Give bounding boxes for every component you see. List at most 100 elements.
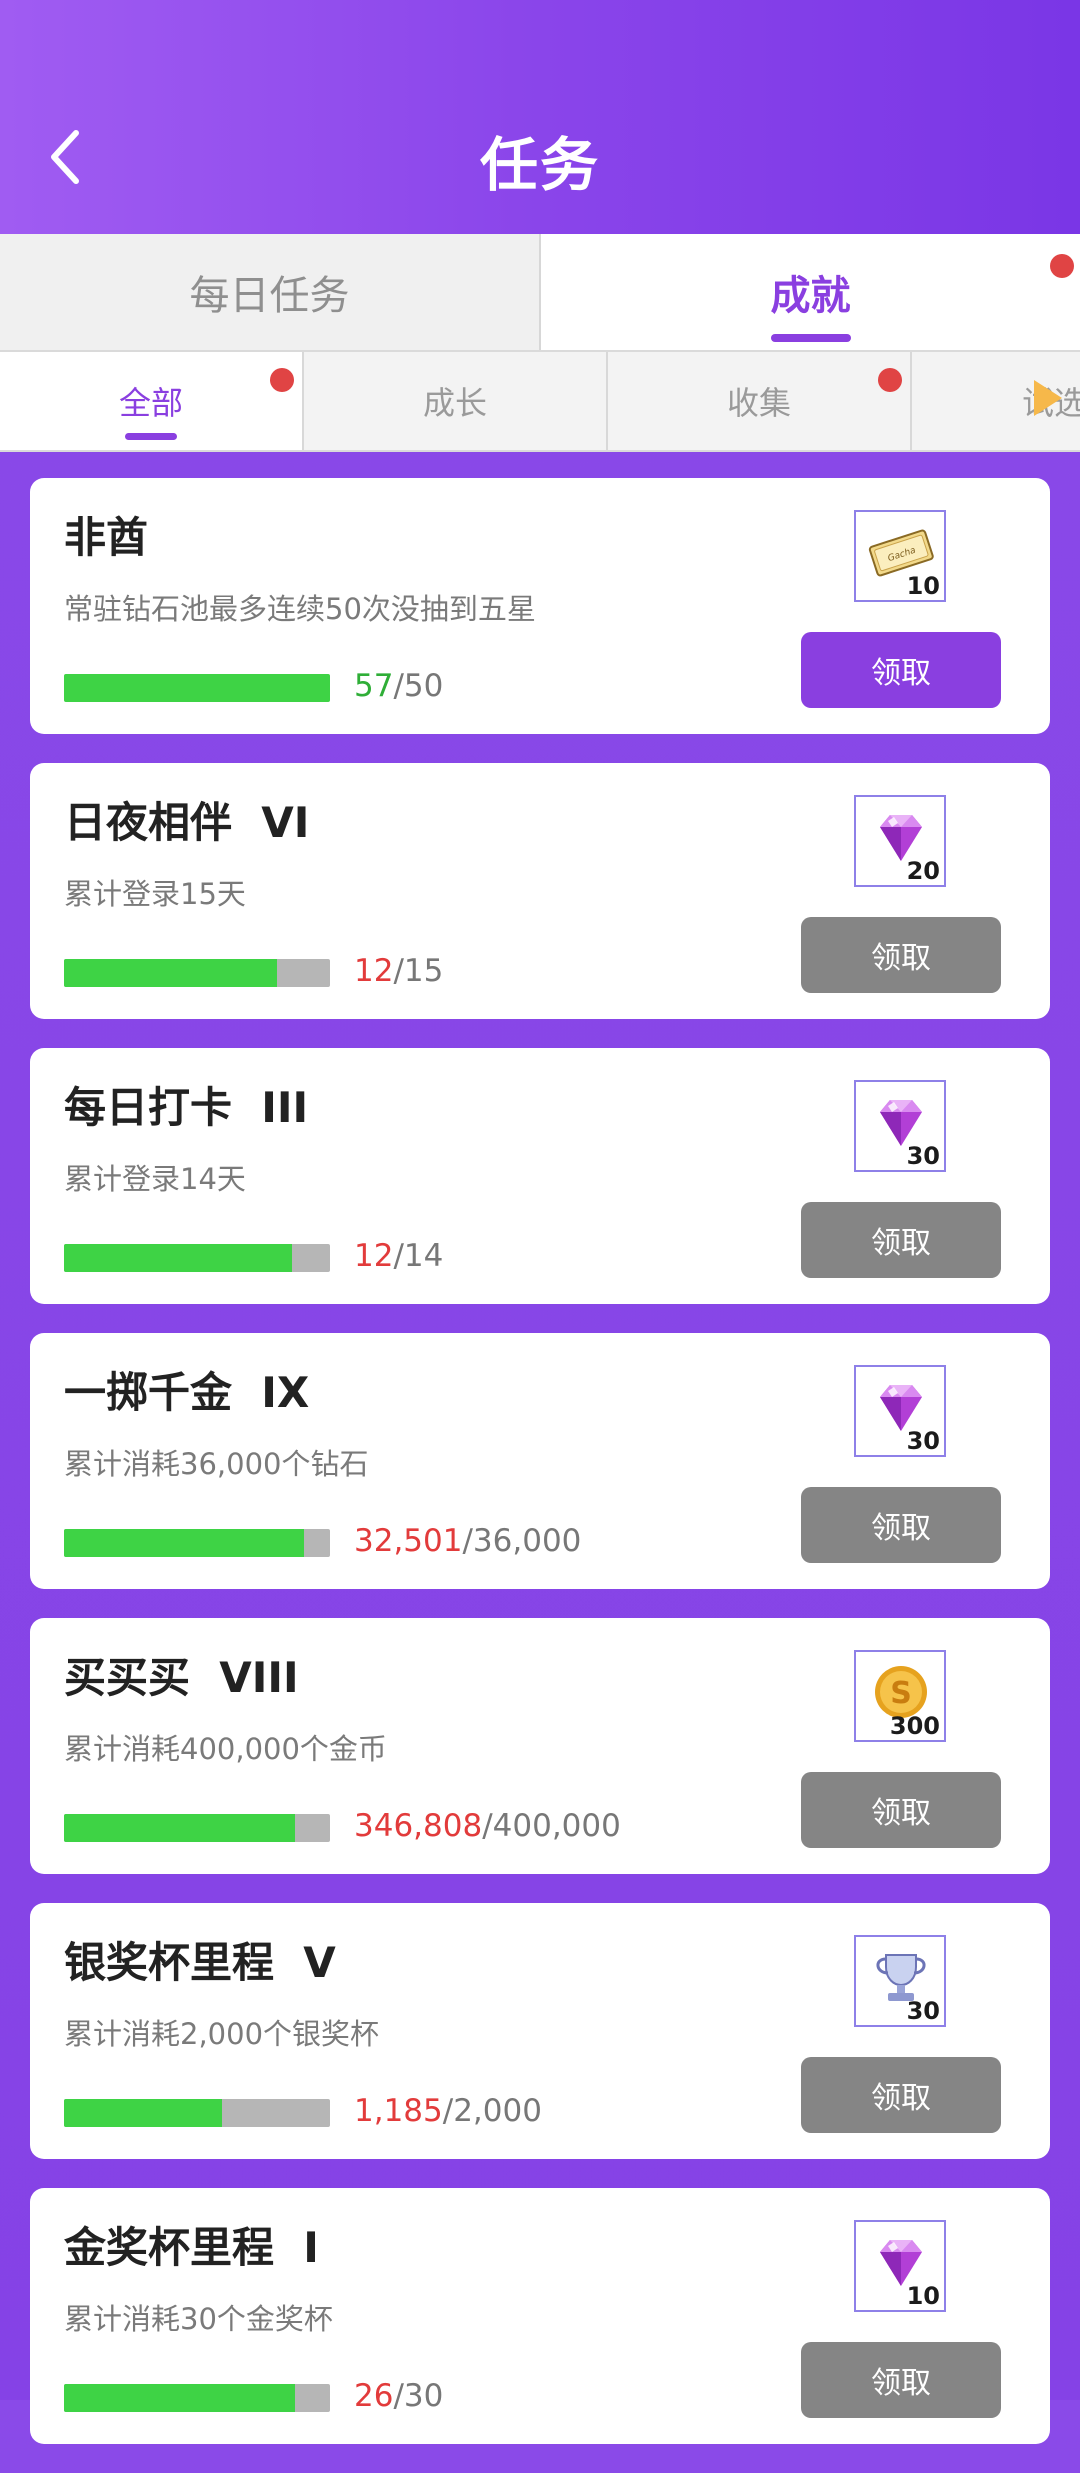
- achievement-card: 金奖杯里程 I 累计消耗30个金奖杯 26/30 10 领取: [30, 2188, 1050, 2444]
- achievement-title: 每日打卡 III: [64, 1083, 309, 1132]
- achievement-description: 累计登录14天: [64, 1162, 246, 1196]
- notification-dot: [270, 368, 294, 392]
- reward-count: 30: [906, 1997, 940, 2025]
- progress-text: 57/50: [354, 668, 443, 704]
- active-subtab-indicator: [125, 433, 177, 440]
- progress-fill: [64, 1529, 305, 1557]
- achievement-title: 日夜相伴 VI: [64, 798, 310, 847]
- reward-item[interactable]: S 300: [854, 1650, 946, 1742]
- page-title: 任务: [479, 131, 600, 199]
- progress-text: 12/15: [354, 953, 443, 989]
- claim-label: 领取: [871, 2081, 931, 2116]
- progress-total: /30: [393, 2378, 444, 2414]
- tab-label: 每日任务: [189, 273, 350, 319]
- progress-bar: [64, 2384, 330, 2412]
- subtab-label: 全部: [118, 384, 183, 422]
- category-tabs: 全部 成长 收集 试选: [0, 350, 1080, 452]
- progress-bar: [64, 674, 330, 702]
- progress-current: 12: [354, 1238, 394, 1274]
- reward-item[interactable]: 30: [854, 1365, 946, 1457]
- reward-count: 20: [906, 857, 940, 885]
- achievement-description: 累计消耗30个金奖杯: [64, 2302, 333, 2336]
- achievement-card: 日夜相伴 VI 累计登录15天 12/15 20 领取: [30, 763, 1050, 1019]
- progress-fill: [64, 1244, 292, 1272]
- reward-item[interactable]: 10: [854, 2220, 946, 2312]
- progress-text: 32,501/36,000: [354, 1523, 581, 1559]
- progress-bar: [64, 1529, 330, 1557]
- progress-text: 346,808/400,000: [354, 1808, 621, 1844]
- claim-button[interactable]: 领取: [801, 917, 1001, 993]
- progress-text: 12/14: [354, 1238, 443, 1274]
- claim-label: 领取: [871, 2366, 931, 2401]
- subtab-label: 收集: [726, 384, 791, 422]
- tabs-scroll-right-arrow[interactable]: [1034, 380, 1062, 416]
- claim-label: 领取: [871, 1511, 931, 1546]
- progress-bar: [64, 2099, 330, 2127]
- reward-count: 10: [906, 2282, 940, 2310]
- reward-item[interactable]: 30: [854, 1935, 946, 2027]
- progress-current: 1,185: [354, 2093, 443, 2129]
- main-tabs: 每日任务 成就: [0, 234, 1080, 350]
- claim-label: 领取: [871, 1226, 931, 1261]
- progress-fill: [64, 674, 330, 702]
- achievement-description: 累计消耗36,000个钻石: [64, 1447, 369, 1481]
- notification-dot: [1050, 254, 1074, 278]
- achievement-description: 累计消耗400,000个金币: [64, 1732, 387, 1766]
- claim-button[interactable]: 领取: [801, 2057, 1001, 2133]
- progress-fill: [64, 1814, 295, 1842]
- tab-achievements[interactable]: 成就: [541, 234, 1080, 350]
- reward-count: 10: [906, 572, 940, 600]
- progress-total: /36,000: [462, 1523, 582, 1559]
- tab-label: 成就: [770, 273, 851, 319]
- subtab-label: 成长: [422, 384, 487, 422]
- svg-text:S: S: [890, 1676, 912, 1711]
- progress-total: /50: [393, 668, 444, 704]
- active-tab-indicator: [770, 334, 851, 342]
- claim-label: 领取: [871, 1796, 931, 1831]
- progress-fill: [64, 959, 277, 987]
- achievement-title: 金奖杯里程 I: [64, 2223, 319, 2272]
- progress-current: 346,808: [354, 1808, 483, 1844]
- achievement-title: 买买买 VIII: [64, 1653, 299, 1702]
- achievement-title: 一掷千金 IX: [64, 1368, 310, 1417]
- progress-fill: [64, 2384, 295, 2412]
- claim-button[interactable]: 领取: [801, 1772, 1001, 1848]
- subtab-growth[interactable]: 成长: [304, 352, 608, 450]
- reward-item[interactable]: 30: [854, 1080, 946, 1172]
- reward-item[interactable]: Gacha 10: [854, 510, 946, 602]
- subtab-all[interactable]: 全部: [0, 352, 304, 450]
- achievement-description: 累计消耗2,000个银奖杯: [64, 2017, 380, 2051]
- progress-bar: [64, 959, 330, 987]
- progress-total: /400,000: [482, 1808, 621, 1844]
- reward-item[interactable]: 20: [854, 795, 946, 887]
- progress-bar: [64, 1244, 330, 1272]
- claim-label: 领取: [871, 941, 931, 976]
- reward-count: 30: [906, 1142, 940, 1170]
- achievement-card: 一掷千金 IX 累计消耗36,000个钻石 32,501/36,000 30 领取: [30, 1333, 1050, 1589]
- tab-daily-tasks[interactable]: 每日任务: [0, 234, 541, 350]
- progress-text: 1,185/2,000: [354, 2093, 542, 2129]
- reward-count: 30: [906, 1427, 940, 1455]
- achievement-card: 银奖杯里程 V 累计消耗2,000个银奖杯 1,185/2,000 30 领取: [30, 1903, 1050, 2159]
- progress-total: /14: [393, 1238, 444, 1274]
- progress-text: 26/30: [354, 2378, 443, 2414]
- progress-current: 12: [354, 953, 394, 989]
- claim-button[interactable]: 领取: [801, 1487, 1001, 1563]
- progress-current: 32,501: [354, 1523, 463, 1559]
- claim-label: 领取: [871, 656, 931, 691]
- progress-current: 26: [354, 2378, 394, 2414]
- notification-dot: [878, 368, 902, 392]
- header-bar: 任务: [0, 0, 1080, 234]
- reward-count: 300: [889, 1712, 940, 1740]
- claim-button[interactable]: 领取: [801, 1202, 1001, 1278]
- achievement-card: 非酋 常驻钻石池最多连续50次没抽到五星 57/50 Gacha 10 领取: [30, 478, 1050, 734]
- achievement-title: 银奖杯里程 V: [64, 1938, 336, 1987]
- progress-total: /15: [393, 953, 444, 989]
- subtab-collection[interactable]: 收集: [608, 352, 912, 450]
- progress-bar: [64, 1814, 330, 1842]
- claim-button[interactable]: 领取: [801, 632, 1001, 708]
- achievement-title: 非酋: [64, 513, 149, 562]
- achievement-card: 买买买 VIII 累计消耗400,000个金币 346,808/400,000 S 30…: [30, 1618, 1050, 1874]
- claim-button[interactable]: 领取: [801, 2342, 1001, 2418]
- progress-fill: [64, 2099, 222, 2127]
